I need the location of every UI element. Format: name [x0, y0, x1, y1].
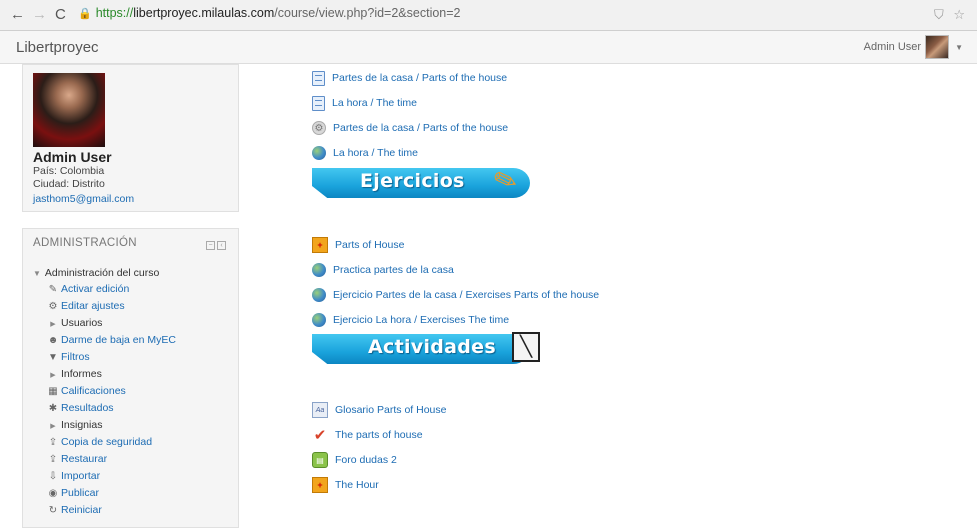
activity-item[interactable]: Practica partes de la casa	[312, 260, 454, 280]
address-bar[interactable]: 🔒 https://libertproyec.milaulas.com/cours…	[78, 6, 461, 20]
admin-item-activar-edici-n[interactable]: ✎ Activar edición	[33, 281, 228, 298]
collapse-icon[interactable]: −	[206, 241, 215, 250]
filter-icon: ▼	[48, 352, 58, 363]
forward-arrow-icon[interactable]: →	[32, 7, 47, 23]
block-title: ADMINISTRACIÓN	[33, 237, 137, 249]
browser-toolbar: ← → C 🔒 https://libertproyec.milaulas.com…	[0, 0, 977, 31]
back-arrow-icon[interactable]: ←	[10, 7, 25, 23]
admin-item-label: Darme de baja en MyEC	[61, 334, 176, 346]
admin-item-label: Publicar	[61, 487, 99, 499]
avatar[interactable]	[925, 35, 950, 59]
admin-item-usuarios[interactable]: ▶ Usuarios	[33, 315, 228, 332]
pencil-icon: ✎	[48, 284, 58, 295]
star-icon[interactable]: ☆	[953, 7, 965, 22]
scorm-icon: +	[312, 477, 328, 493]
admin-item-label: Copia de seguridad	[61, 436, 153, 448]
admin-item-filtros[interactable]: ▼ Filtros	[33, 349, 228, 366]
resource-item[interactable]: Partes de la casa / Parts of the house	[312, 68, 507, 88]
lock-icon: 🔒	[78, 8, 92, 20]
profile-city: Ciudad: Distrito	[33, 178, 105, 190]
scorm-icon: +	[312, 237, 328, 253]
activity-item[interactable]: ▤ Foro dudas 2	[312, 450, 397, 470]
section-banner-ejercicios: Ejercicios ✎	[312, 162, 552, 210]
admin-item-label: Activar edición	[61, 283, 130, 295]
gear-icon: ⚙	[48, 301, 58, 312]
restore-icon: ⇪	[48, 454, 58, 465]
activity-item[interactable]: + Parts of House	[312, 235, 404, 255]
profile-country: País: Colombia	[33, 165, 105, 177]
triangle-right-icon: ▶	[50, 321, 56, 328]
resource-item[interactable]: La hora / The time	[312, 93, 417, 113]
resource-item[interactable]: La hora / The time	[312, 143, 418, 163]
checkmark-icon: ✔	[313, 427, 327, 444]
admin-item-copia-de-seguridad[interactable]: ⇪ Copia de seguridad	[33, 434, 228, 451]
reset-icon: ↻	[48, 505, 58, 516]
admin-item-label: Filtros	[61, 351, 90, 363]
admin-item-restaurar[interactable]: ⇪ Restaurar	[33, 451, 228, 468]
dock-icon[interactable]: ‹	[217, 241, 226, 250]
board-icon: ╲	[512, 332, 540, 362]
import-icon: ⇩	[48, 471, 58, 482]
profile-block: Admin User País: Colombia Ciudad: Distri…	[22, 64, 239, 212]
url-globe-icon	[312, 146, 326, 160]
shield-icon[interactable]: ⛉	[934, 7, 944, 22]
admin-item-label: Informes	[61, 368, 102, 380]
admin-item-editar-ajustes[interactable]: ⚙ Editar ajustes	[33, 298, 228, 315]
admin-item-label: Usuarios	[61, 317, 103, 329]
triangle-right-icon: ▶	[50, 423, 56, 430]
resource-item[interactable]: ⚙ Partes de la casa / Parts of the house	[312, 118, 508, 138]
admin-item-label: Restaurar	[61, 453, 108, 465]
triangle-right-icon: ▶	[50, 372, 56, 379]
forum-icon: ▤	[312, 452, 328, 468]
admin-item-label: Insignias	[61, 419, 103, 431]
profile-name: Admin User	[33, 149, 112, 165]
section-banner-actividades: Actividades ╲	[312, 330, 552, 376]
table-icon: ▦	[48, 386, 58, 397]
admin-item-publicar[interactable]: ◉ Publicar	[33, 485, 228, 502]
caret-down-icon[interactable]: ▼	[955, 43, 963, 52]
admin-item-darme-de-baja-en-myec[interactable]: ☻ Darme de baja en MyEC	[33, 332, 228, 349]
administration-block: ADMINISTRACIÓN − ‹ ▼ Administración del cu…	[22, 228, 239, 528]
admin-item-informes[interactable]: ▶ Informes	[33, 366, 228, 383]
backup-icon: ⇪	[48, 437, 58, 448]
publish-icon: ◉	[48, 488, 58, 499]
admin-item-label: Importar	[61, 470, 101, 482]
activity-item[interactable]: ✔ The parts of house	[312, 425, 423, 445]
reload-icon[interactable]: C	[55, 7, 66, 23]
url-globe-icon	[312, 313, 326, 327]
admin-item-label: Calificaciones	[61, 385, 126, 397]
activity-item[interactable]: Ejercicio La hora / Exercises The time	[312, 310, 509, 330]
triangle-down-icon: ▼	[33, 269, 41, 278]
site-navbar: Libertproyec Admin User ▼	[0, 31, 977, 64]
user-icon: ☻	[47, 335, 59, 346]
url-globe-icon	[312, 288, 326, 302]
tree-course-admin[interactable]: ▼ Administración del curso	[33, 265, 228, 281]
outcomes-icon: ✱	[48, 403, 58, 414]
admin-item-calificaciones[interactable]: ▦ Calificaciones	[33, 383, 228, 400]
admin-item-resultados[interactable]: ✱ Resultados	[33, 400, 228, 417]
url-globe-icon	[312, 263, 326, 277]
activity-item[interactable]: Ejercicio Partes de la casa / Exercises …	[312, 285, 599, 305]
page-icon	[312, 95, 325, 111]
admin-item-label: Editar ajustes	[61, 300, 125, 312]
user-menu-name[interactable]: Admin User	[864, 41, 921, 53]
admin-item-importar[interactable]: ⇩ Importar	[33, 468, 228, 485]
site-brand[interactable]: Libertproyec	[16, 39, 99, 56]
activity-item[interactable]: + The Hour	[312, 475, 379, 495]
glossary-icon: Aa	[312, 402, 328, 418]
page-icon	[312, 70, 325, 86]
user-menu[interactable]: Admin User ▼	[864, 34, 963, 60]
admin-item-label: Resultados	[61, 402, 114, 414]
profile-email-link[interactable]: jasthom5@gmail.com	[33, 192, 228, 206]
admin-item-insignias[interactable]: ▶ Insignias	[33, 417, 228, 434]
admin-item-label: Reiniciar	[61, 504, 102, 516]
file-icon: ⚙	[312, 121, 326, 135]
profile-photo[interactable]	[33, 73, 105, 147]
activity-item[interactable]: Aa Glosario Parts of House	[312, 400, 446, 420]
admin-item-reiniciar[interactable]: ↻ Reiniciar	[33, 502, 228, 519]
